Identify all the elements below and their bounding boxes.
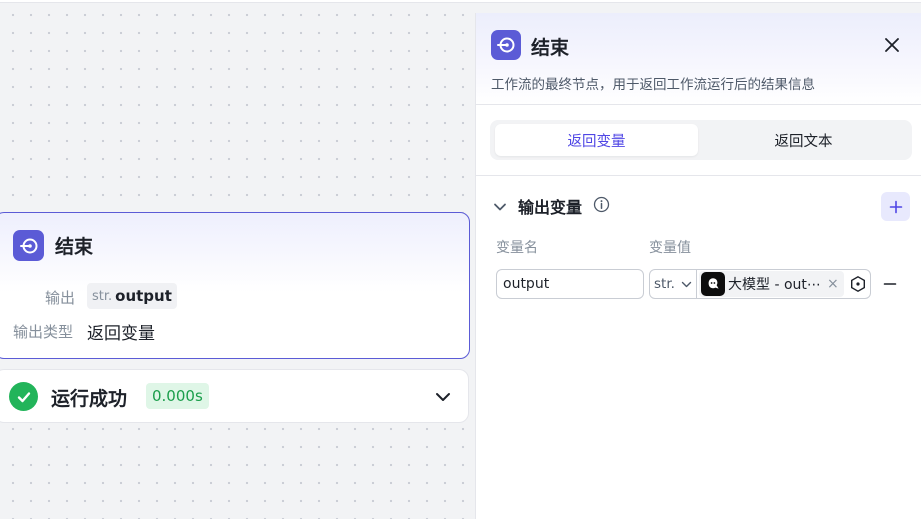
end-node-card[interactable]: 结束 输出 str. output 输出类型 返回变量: [0, 212, 470, 359]
output-variables-section-title[interactable]: 输出变量: [518, 194, 582, 218]
variable-reference-chip[interactable]: 大模型 - out⋯ ×: [699, 271, 844, 297]
node-type-value: 返回变量: [87, 324, 155, 344]
variable-type-select[interactable]: str.: [650, 270, 697, 298]
add-variable-button[interactable]: [881, 192, 910, 221]
variable-reference-text: 大模型 - out⋯: [728, 277, 821, 293]
end-node-icon: [13, 230, 44, 261]
end-node-config-panel: 结束 工作流的最终节点，用于返回工作流运行后的结果信息 返回变量 返回文本 输出…: [475, 13, 921, 519]
minus-icon: [883, 283, 897, 285]
node-output-label: 输出: [45, 289, 76, 307]
variable-name-input[interactable]: [496, 269, 644, 299]
end-node-icon: [491, 30, 521, 60]
variable-value-field: str. 大模型 - out⋯ ×: [649, 269, 871, 299]
chevron-down-icon[interactable]: [434, 388, 452, 406]
divider: [476, 175, 921, 176]
panel-header: 结束 工作流的最终节点，用于返回工作流运行后的结果信息: [476, 13, 921, 105]
node-type-label: 输出类型: [13, 323, 74, 341]
close-button[interactable]: [882, 35, 902, 55]
close-icon: [885, 38, 899, 52]
llm-node-icon: [701, 272, 725, 296]
run-status-text: 运行成功: [51, 388, 128, 410]
top-strip: [0, 0, 921, 3]
variable-type-text: str.: [654, 276, 675, 292]
chevron-down-icon: [681, 281, 692, 287]
variable-picker-icon[interactable]: [849, 275, 867, 293]
tab-return-variable[interactable]: 返回变量: [495, 124, 698, 156]
check-circle-icon: [9, 382, 38, 411]
node-output-tag-type: str.: [92, 288, 113, 304]
panel-title: 结束: [531, 37, 570, 59]
return-mode-tabs: 返回变量 返回文本: [490, 120, 912, 160]
panel-description: 工作流的最终节点，用于返回工作流运行后的结果信息: [491, 77, 815, 93]
remove-variable-button[interactable]: [881, 275, 899, 293]
variable-value-column-label: 变量值: [649, 240, 691, 256]
remove-reference-icon[interactable]: ×: [827, 276, 839, 292]
run-duration-badge: 0.000s: [146, 383, 209, 409]
chevron-down-icon[interactable]: [493, 199, 507, 213]
plus-icon: [889, 200, 902, 213]
node-output-tag: str. output: [87, 283, 177, 309]
info-icon[interactable]: [593, 196, 610, 213]
node-title: 结束: [55, 236, 94, 258]
tab-return-text[interactable]: 返回文本: [702, 124, 905, 156]
node-output-tag-name: output: [115, 287, 172, 305]
variable-name-column-label: 变量名: [496, 240, 538, 256]
run-status-bar[interactable]: 运行成功 0.000s: [0, 369, 469, 423]
